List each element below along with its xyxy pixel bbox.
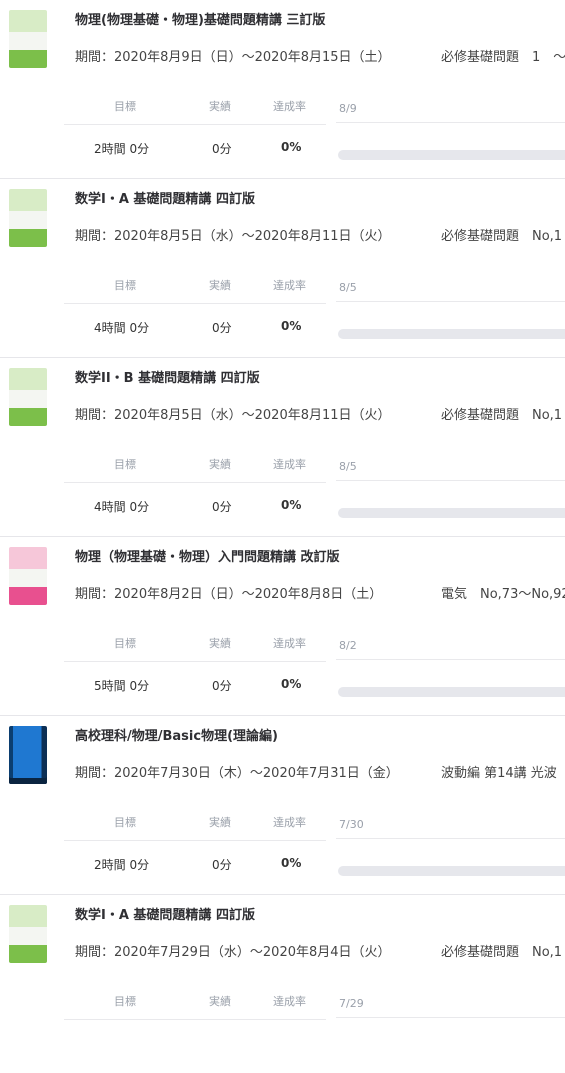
goal-label: 目標: [114, 816, 136, 829]
stats-header-row: 目標 実績 達成率 8/2: [64, 635, 565, 657]
start-date-label: 7/30: [339, 818, 364, 831]
book-title: 物理（物理基礎・物理）入門問題精講 改訂版: [75, 550, 340, 565]
study-period: 期間：2020年8月9日（日）〜2020年8月15日（土）: [75, 50, 391, 65]
rate-label: 達成率: [273, 100, 306, 113]
study-plan-card[interactable]: 数学I・A 基礎問題精講 四訂版期間：2020年7月29日（水）〜2020年8月…: [0, 894, 565, 1073]
divider: [336, 838, 565, 839]
stats-header-row: 目標 実績 達成率 8/9: [64, 98, 565, 120]
divider: [336, 1017, 565, 1018]
goal-label: 目標: [114, 279, 136, 292]
rate-label: 達成率: [273, 458, 306, 471]
progress-bar: [338, 508, 565, 518]
book-title: 数学I・A 基礎問題精講 四訂版: [75, 908, 255, 923]
stats-header-row: 目標 実績 達成率 8/5: [64, 277, 565, 299]
study-range: 必修基礎問題 1 〜: [441, 50, 565, 65]
divider: [64, 303, 326, 304]
rate-label: 達成率: [273, 637, 306, 650]
progress-bar: [338, 687, 565, 697]
actual-label: 実績: [209, 637, 231, 650]
book-title: 数学I・A 基礎問題精講 四訂版: [75, 192, 255, 207]
start-date-label: 8/9: [339, 102, 357, 115]
rate-value: 0%: [281, 677, 302, 691]
study-range: 必修基礎問題 No,1: [441, 229, 563, 244]
divider: [336, 301, 565, 302]
actual-value: 0分: [212, 500, 232, 514]
study-range: 電気 No,73〜No,92: [441, 587, 565, 602]
rate-label: 達成率: [273, 995, 306, 1008]
study-plan-card[interactable]: 物理（物理基礎・物理）入門問題精講 改訂版期間：2020年8月2日（日）〜202…: [0, 536, 565, 715]
book-title: 高校理科/物理/Basic物理(理論編): [75, 729, 278, 744]
study-plan-card[interactable]: 物理(物理基礎・物理)基礎問題精講 三訂版期間：2020年8月9日（日）〜202…: [0, 0, 565, 178]
study-plan-list: 物理(物理基礎・物理)基礎問題精講 三訂版期間：2020年8月9日（日）〜202…: [0, 0, 565, 1073]
divider: [64, 482, 326, 483]
goal-value: 4時間 0分: [94, 500, 150, 514]
study-plan-card[interactable]: 高校理科/物理/Basic物理(理論編) 期間：2020年7月30日（木）〜202…: [0, 715, 565, 894]
actual-value: 0分: [212, 142, 232, 156]
rate-value: 0%: [281, 498, 302, 512]
stats-header-row: 目標 実績 達成率 7/29: [64, 993, 565, 1015]
actual-label: 実績: [209, 458, 231, 471]
start-date-label: 8/2: [339, 639, 357, 652]
goal-value: 2時間 0分: [94, 142, 150, 156]
goal-label: 目標: [114, 458, 136, 471]
divider: [64, 661, 326, 662]
book-cover-icon: [9, 189, 47, 247]
divider: [336, 659, 565, 660]
study-period: 期間：2020年8月5日（水）〜2020年8月11日（火）: [75, 408, 391, 423]
start-date-label: 8/5: [339, 460, 357, 473]
actual-label: 実績: [209, 995, 231, 1008]
goal-value: 2時間 0分: [94, 858, 150, 872]
rate-value: 0%: [281, 319, 302, 333]
stats-value-row: [64, 1035, 565, 1059]
divider: [336, 480, 565, 481]
goal-value: 4時間 0分: [94, 321, 150, 335]
actual-value: 0分: [212, 679, 232, 693]
stats-header-row: 目標 実績 達成率 8/5: [64, 456, 565, 478]
study-period: 期間：2020年8月2日（日）〜2020年8月8日（土）: [75, 587, 383, 602]
book-cover-icon: [9, 726, 47, 784]
stats-value-row: 5時間 0分 0分 0%: [64, 677, 565, 701]
book-title: 物理(物理基礎・物理)基礎問題精講 三訂版: [75, 13, 326, 28]
goal-value: 5時間 0分: [94, 679, 150, 693]
start-date-label: 7/29: [339, 997, 364, 1010]
start-date-label: 8/5: [339, 281, 357, 294]
book-cover-icon: [9, 368, 47, 426]
rate-value: 0%: [281, 856, 302, 870]
study-period: 期間：2020年7月30日（木）〜2020年7月31日（金）: [75, 766, 399, 781]
divider: [64, 124, 326, 125]
progress-bar: [338, 866, 565, 876]
study-plan-card[interactable]: 数学II・B 基礎問題精講 四訂版期間：2020年8月5日（水）〜2020年8月…: [0, 357, 565, 536]
study-range: 波動編 第14講 光波: [441, 766, 557, 781]
divider: [336, 122, 565, 123]
book-cover-icon: [9, 10, 47, 68]
study-plan-card[interactable]: 数学I・A 基礎問題精講 四訂版期間：2020年8月5日（水）〜2020年8月1…: [0, 178, 565, 357]
actual-value: 0分: [212, 321, 232, 335]
rate-label: 達成率: [273, 816, 306, 829]
goal-label: 目標: [114, 100, 136, 113]
stats-header-row: 目標 実績 達成率 7/30: [64, 814, 565, 836]
goal-label: 目標: [114, 995, 136, 1008]
book-cover-icon: [9, 547, 47, 605]
stats-value-row: 2時間 0分 0分 0%: [64, 856, 565, 880]
stats-value-row: 4時間 0分 0分 0%: [64, 319, 565, 343]
rate-label: 達成率: [273, 279, 306, 292]
goal-label: 目標: [114, 637, 136, 650]
study-range: 必修基礎問題 No,1: [441, 945, 563, 960]
study-period: 期間：2020年8月5日（水）〜2020年8月11日（火）: [75, 229, 391, 244]
study-period: 期間：2020年7月29日（水）〜2020年8月4日（火）: [75, 945, 391, 960]
progress-bar: [338, 150, 565, 160]
study-range: 必修基礎問題 No,1: [441, 408, 563, 423]
book-cover-icon: [9, 905, 47, 963]
divider: [64, 1019, 326, 1020]
stats-value-row: 2時間 0分 0分 0%: [64, 140, 565, 164]
progress-bar: [338, 329, 565, 339]
actual-value: 0分: [212, 858, 232, 872]
actual-label: 実績: [209, 816, 231, 829]
book-title: 数学II・B 基礎問題精講 四訂版: [75, 371, 260, 386]
actual-label: 実績: [209, 100, 231, 113]
stats-value-row: 4時間 0分 0分 0%: [64, 498, 565, 522]
actual-label: 実績: [209, 279, 231, 292]
divider: [64, 840, 326, 841]
rate-value: 0%: [281, 140, 302, 154]
